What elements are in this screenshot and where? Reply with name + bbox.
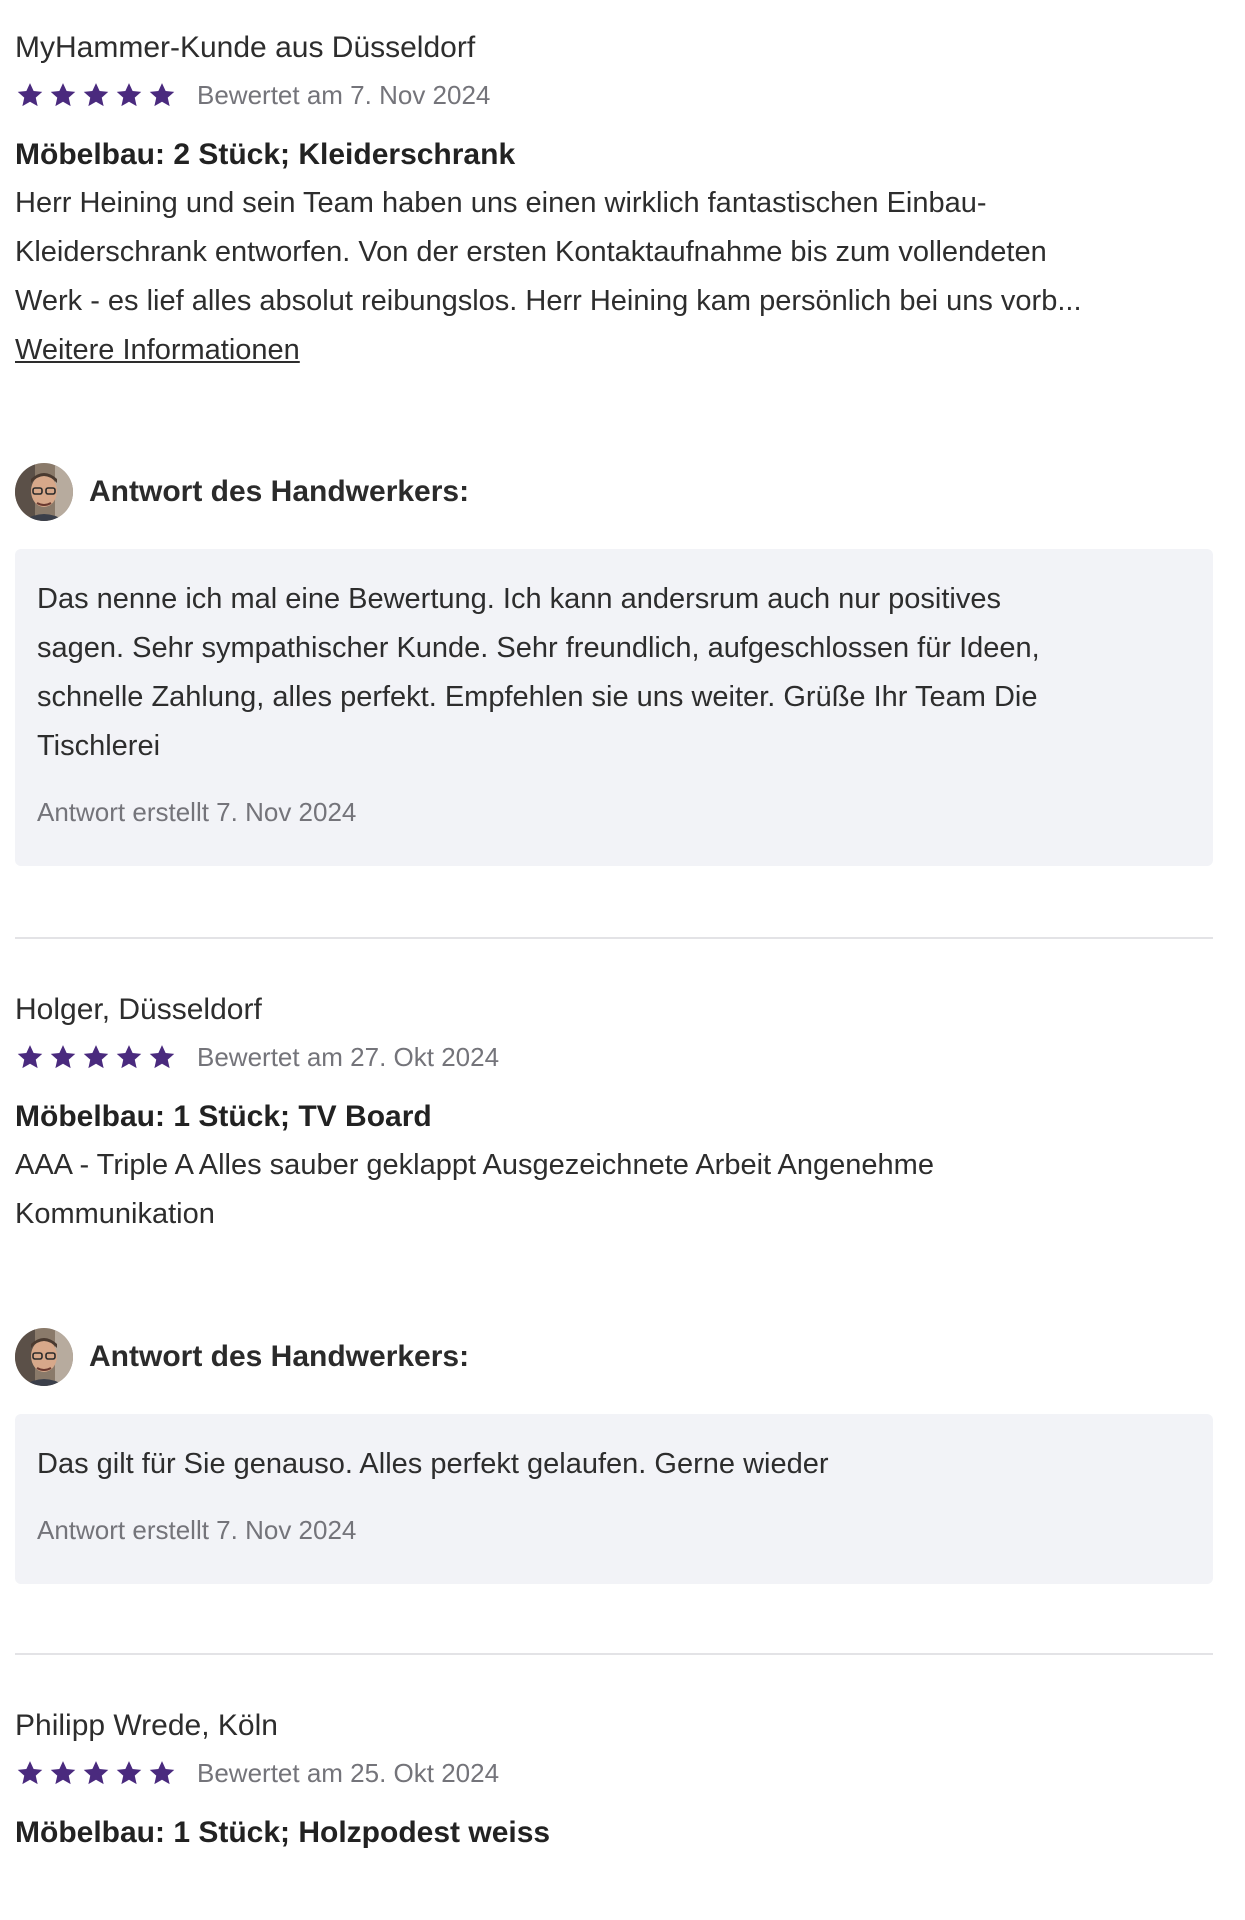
reply-text-line: sagen. Sehr sympathischer Kunde. Sehr fr…: [37, 632, 1040, 664]
job-title: Möbelbau: 1 Stück; TV Board: [15, 1100, 432, 1133]
reply-text-line: Das gilt für Sie genauso. Alles perfekt …: [37, 1448, 829, 1480]
divider: [15, 937, 1213, 939]
star-icon: [48, 1042, 78, 1072]
star-icon: [114, 1042, 144, 1072]
craftsman-avatar: [15, 1328, 73, 1386]
rating-row: Bewertet am 7. Nov 2024: [15, 77, 1082, 113]
reviewer-name: Philipp Wrede, Köln: [15, 1709, 278, 1742]
reply-title: Antwort des Handwerkers:: [89, 475, 470, 508]
review-text-line: Kommunikation: [15, 1198, 215, 1230]
review-text: AAA - Triple A Alles sauber geklappt Aus…: [15, 1141, 934, 1239]
review-card: Holger, Düsseldorf Bewertet am 27. Okt 2…: [15, 992, 934, 1239]
job-title: Möbelbau: 2 Stück; Kleiderschrank: [15, 138, 516, 171]
reviews-page: MyHammer-Kunde aus Düsseldorf Bewertet a…: [0, 0, 1245, 1920]
reply-box: Das nenne ich mal eine Bewertung. Ich ka…: [15, 549, 1213, 866]
rated-date: Bewertet am 25. Okt 2024: [197, 1757, 500, 1788]
star-rating: [15, 1042, 177, 1072]
job-title: Möbelbau: 1 Stück; Holzpodest weiss: [15, 1816, 551, 1849]
rating-row: Bewertet am 27. Okt 2024: [15, 1039, 934, 1075]
rating-row: Bewertet am 25. Okt 2024: [15, 1755, 550, 1791]
reply-text-line: Tischlerei: [37, 730, 161, 762]
star-icon: [147, 80, 177, 110]
star-icon: [81, 80, 111, 110]
review-text-line: Herr Heining und sein Team haben uns ein…: [15, 187, 987, 219]
review-text-line: Werk - es lief alles absolut reibungslos…: [15, 285, 1082, 317]
reply-text-line: schnelle Zahlung, alles perfekt. Empfehl…: [37, 681, 1038, 713]
review-text-line: AAA - Triple A Alles sauber geklappt Aus…: [15, 1149, 934, 1181]
star-icon: [114, 1758, 144, 1788]
star-rating: [15, 80, 177, 110]
reply-header: Antwort des Handwerkers:: [15, 462, 469, 522]
review-text: Herr Heining und sein Team haben uns ein…: [15, 179, 1082, 326]
reply-box: Das gilt für Sie genauso. Alles perfekt …: [15, 1414, 1213, 1584]
reviewer-name: Holger, Düsseldorf: [15, 993, 262, 1026]
star-icon: [81, 1042, 111, 1072]
reply-title: Antwort des Handwerkers:: [89, 1340, 470, 1373]
star-rating: [15, 1758, 177, 1788]
reply-date: Antwort erstellt 7. Nov 2024: [37, 797, 357, 827]
star-icon: [147, 1758, 177, 1788]
review-card: Philipp Wrede, Köln Bewertet am 25. Okt …: [15, 1708, 550, 1851]
review-text-line: Kleiderschrank entworfen. Von der ersten…: [15, 236, 1047, 268]
reply-text-line: Das nenne ich mal eine Bewertung. Ich ka…: [37, 583, 1001, 615]
more-info-link[interactable]: Weitere Informationen: [15, 326, 300, 375]
reply-header: Antwort des Handwerkers:: [15, 1327, 469, 1387]
star-icon: [15, 80, 45, 110]
rated-date: Bewertet am 7. Nov 2024: [197, 79, 491, 110]
rated-date: Bewertet am 27. Okt 2024: [197, 1041, 500, 1072]
craftsman-avatar: [15, 463, 73, 521]
reviewer-name: MyHammer-Kunde aus Düsseldorf: [15, 31, 476, 64]
review-card: MyHammer-Kunde aus Düsseldorf Bewertet a…: [15, 30, 1082, 375]
star-icon: [48, 80, 78, 110]
star-icon: [15, 1758, 45, 1788]
reply-date: Antwort erstellt 7. Nov 2024: [37, 1515, 357, 1545]
star-icon: [48, 1758, 78, 1788]
star-icon: [114, 80, 144, 110]
star-icon: [81, 1758, 111, 1788]
divider: [15, 1653, 1213, 1655]
star-icon: [15, 1042, 45, 1072]
star-icon: [147, 1042, 177, 1072]
